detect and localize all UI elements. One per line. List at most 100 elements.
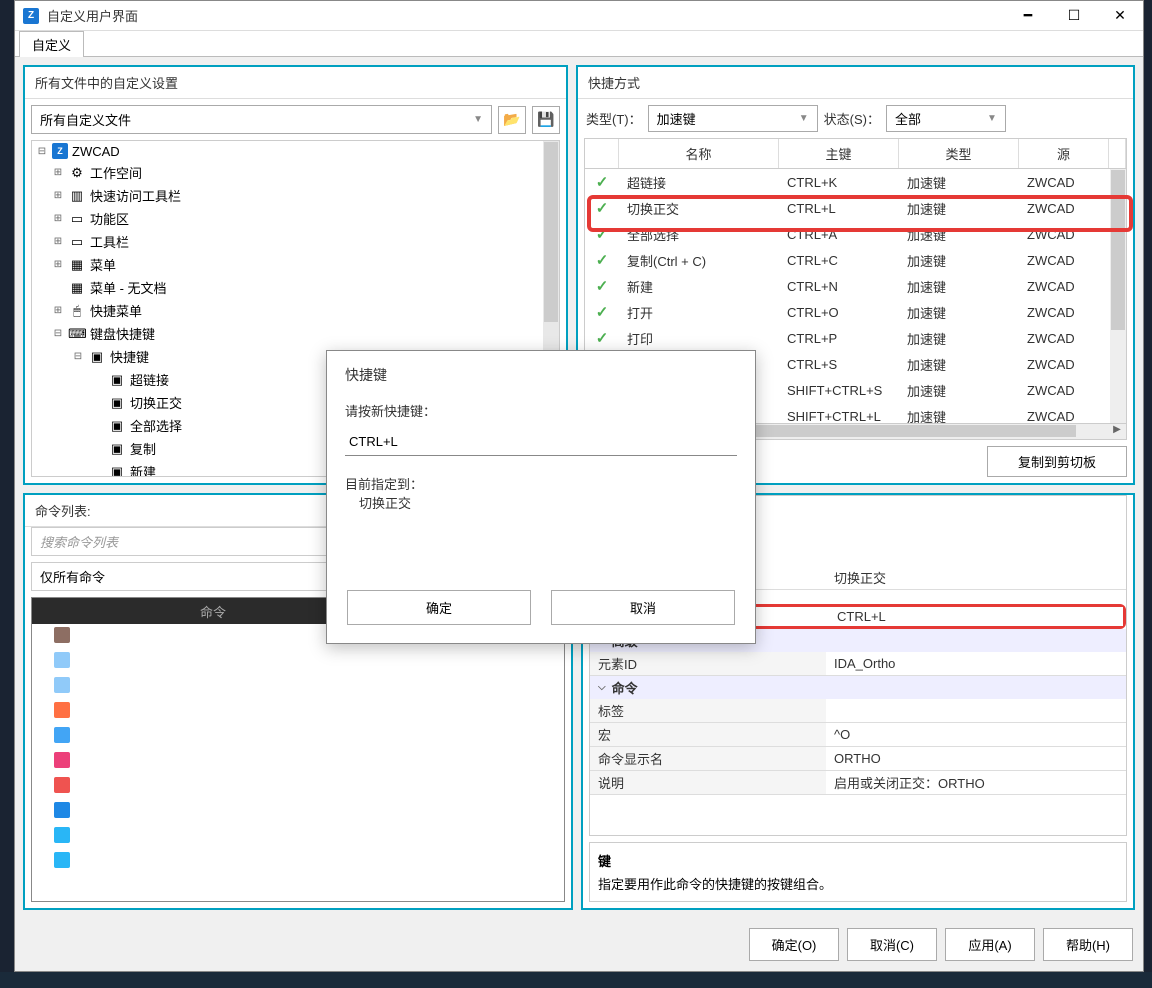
type-combo[interactable]: 加速键▼	[648, 105, 818, 132]
tree-item[interactable]: ⊞▥快速访问工具栏	[32, 184, 559, 207]
expand-icon[interactable]: ⊞	[52, 167, 64, 178]
menu-icon: ▦	[68, 257, 86, 273]
tree-item[interactable]: ⊞ ▦菜单	[32, 253, 559, 276]
expand-icon[interactable]: ⊞	[52, 213, 64, 224]
state-combo[interactable]: 全部▼	[886, 105, 1006, 132]
list-item[interactable]: DGN 输入 ZWCAD	[32, 799, 564, 824]
table-row[interactable]: ✓ 全部选择 CTRL+A 加速键 ZWCAD	[585, 221, 1126, 247]
list-item[interactable]: ByLayer ZWCAD	[32, 674, 564, 699]
prop-row-elemid[interactable]: 元素IDIDA_Ortho	[590, 652, 1126, 676]
cell-src: ZWCAD	[1019, 253, 1109, 268]
collapse-icon[interactable]: ⊟	[72, 351, 84, 362]
table-row[interactable]: ✓ 复制(Ctrl + C) CTRL+C 加速键 ZWCAD	[585, 247, 1126, 273]
open-folder-button[interactable]: 📂	[498, 106, 526, 134]
prop-row-dispname[interactable]: 命令显示名ORTHO	[590, 747, 1126, 771]
cell-src: ZWCAD	[1019, 331, 1109, 346]
prop-row-tag[interactable]: 标签	[590, 699, 1126, 723]
cmd-icon	[32, 777, 92, 796]
files-combo[interactable]: 所有自定义文件 ▼	[31, 105, 492, 134]
tree-label: 工作空间	[90, 163, 142, 182]
cmd-name: CAD协同设计系统	[92, 752, 324, 771]
col-name[interactable]: 名称	[619, 139, 779, 168]
dialog-cancel-button[interactable]: 取消	[551, 590, 735, 625]
new-shortcut-input[interactable]	[345, 428, 737, 456]
prop-row-desc[interactable]: 说明启用或关闭正交：ORTHO	[590, 771, 1126, 795]
prop-group-command[interactable]: ⌵命令	[590, 676, 1126, 699]
tree-label: 菜单	[90, 255, 116, 274]
collapse-icon[interactable]: ⊟	[52, 328, 64, 339]
cmd-name: ByLayer	[92, 679, 324, 694]
dialog-ok-button[interactable]: 确定	[347, 590, 531, 625]
shortcut-toolbar: 类型(T)： 加速键▼ 状态(S)： 全部▼	[578, 99, 1133, 138]
table-row[interactable]: ✓ 切换正交 CTRL+L 加速键 ZWCAD	[585, 195, 1126, 221]
col-command[interactable]: 命令	[102, 602, 324, 621]
apply-button[interactable]: 应用(A)	[945, 928, 1035, 961]
tree-item-keyboard[interactable]: ⊟⌨键盘快捷键	[32, 322, 559, 345]
table-row[interactable]: ✓ 超链接 CTRL+K 加速键 ZWCAD	[585, 169, 1126, 195]
expand-icon[interactable]: ⊞	[52, 190, 64, 201]
group-label: 命令	[612, 678, 638, 697]
scrollbar-thumb[interactable]	[1111, 170, 1125, 330]
tree-root[interactable]: ⊟ Z ZWCAD	[32, 141, 559, 161]
maximize-button[interactable]: ☐	[1051, 1, 1097, 31]
cmd-source: ZWCAD	[324, 679, 564, 694]
tree-item[interactable]: ⊞▭功能区	[32, 207, 559, 230]
cell-key: CTRL+C	[779, 253, 899, 268]
ribbon-icon: ▭	[68, 211, 86, 227]
tree-item[interactable]: ▦菜单 - 无文档	[32, 276, 559, 299]
chevron-down-icon: ▼	[799, 113, 809, 124]
ok-button[interactable]: 确定(O)	[749, 928, 839, 961]
list-item[interactable]: DWF 参考底图 ZWCAD	[32, 824, 564, 849]
cell-src: ZWCAD	[1019, 201, 1109, 216]
cmd-name: CASS地形地籍成图	[92, 777, 324, 796]
cmd-icon	[32, 727, 92, 746]
panel-title: 所有文件中的自定义设置	[25, 67, 566, 99]
list-item[interactable]: ByBlock ZWCAD	[32, 649, 564, 674]
dialog-title: 快捷键	[327, 351, 755, 393]
col-key[interactable]: 主键	[779, 139, 899, 168]
tab-customize[interactable]: 自定义	[19, 31, 84, 57]
check-icon: ✓	[585, 303, 619, 321]
combo-value: 所有自定义文件	[40, 110, 131, 129]
help-button[interactable]: 帮助(H)	[1043, 928, 1133, 961]
cell-type: 加速键	[899, 225, 1019, 244]
list-item[interactable]: CASS地形地籍成图 APP+	[32, 774, 564, 799]
table-row[interactable]: ✓ 打开 CTRL+O 加速键 ZWCAD	[585, 299, 1126, 325]
list-item[interactable]: DWF 对象捕捉 ZWCAD	[32, 849, 564, 874]
tree-item[interactable]: ⊞▭工具栏	[32, 230, 559, 253]
minimize-button[interactable]: ━	[1005, 1, 1051, 31]
save-button[interactable]: 💾	[532, 106, 560, 134]
tree-item[interactable]: ⊞🖱快捷菜单	[32, 299, 559, 322]
copy-clipboard-button[interactable]: 复制到剪切板	[987, 446, 1127, 477]
expand-icon[interactable]: ⊞	[52, 259, 64, 270]
dialog-buttons: 确定 取消	[327, 590, 755, 643]
col-src[interactable]: 源	[1019, 139, 1109, 168]
expand-icon[interactable]: ⊞	[52, 236, 64, 247]
table-row[interactable]: ✓ 打印 CTRL+P 加速键 ZWCAD	[585, 325, 1126, 351]
list-item[interactable]: CAD协同设计系统 APP+	[32, 749, 564, 774]
cell-src: ZWCAD	[1019, 227, 1109, 242]
close-button[interactable]: ✕	[1097, 1, 1143, 31]
collapse-icon[interactable]: ⊟	[36, 146, 48, 157]
check-icon: ✓	[585, 173, 619, 191]
scroll-right-icon[interactable]: ▶	[1109, 424, 1125, 438]
col-pad	[1109, 139, 1126, 168]
tree-label: ZWCAD	[72, 144, 120, 159]
list-item[interactable]: CAD图层转素图层 ZWCAD	[32, 699, 564, 724]
cmd-name: DWF 参考底图	[92, 827, 324, 846]
scrollbar[interactable]	[1110, 169, 1126, 423]
cell-src: ZWCAD	[1019, 409, 1109, 424]
tree-label: 键盘快捷键	[90, 324, 155, 343]
expand-icon[interactable]: ⊞	[52, 305, 64, 316]
table-row[interactable]: ✓ 新建 CTRL+N 加速键 ZWCAD	[585, 273, 1126, 299]
panel-toolbar: 所有自定义文件 ▼ 📂 💾	[25, 99, 566, 140]
tree-item[interactable]: ⊞⚙工作空间	[32, 161, 559, 184]
list-item[interactable]: CAD小帮手 APP+	[32, 724, 564, 749]
dialog-body: 请按新快捷键： 目前指定到： 切换正交	[327, 393, 755, 590]
col-type[interactable]: 类型	[899, 139, 1019, 168]
cmd-icon: ▣	[108, 372, 126, 388]
prop-row-macro[interactable]: 宏^O	[590, 723, 1126, 747]
cancel-button[interactable]: 取消(C)	[847, 928, 937, 961]
scrollbar-thumb[interactable]	[544, 142, 558, 322]
cmd-icon: ▣	[108, 418, 126, 434]
